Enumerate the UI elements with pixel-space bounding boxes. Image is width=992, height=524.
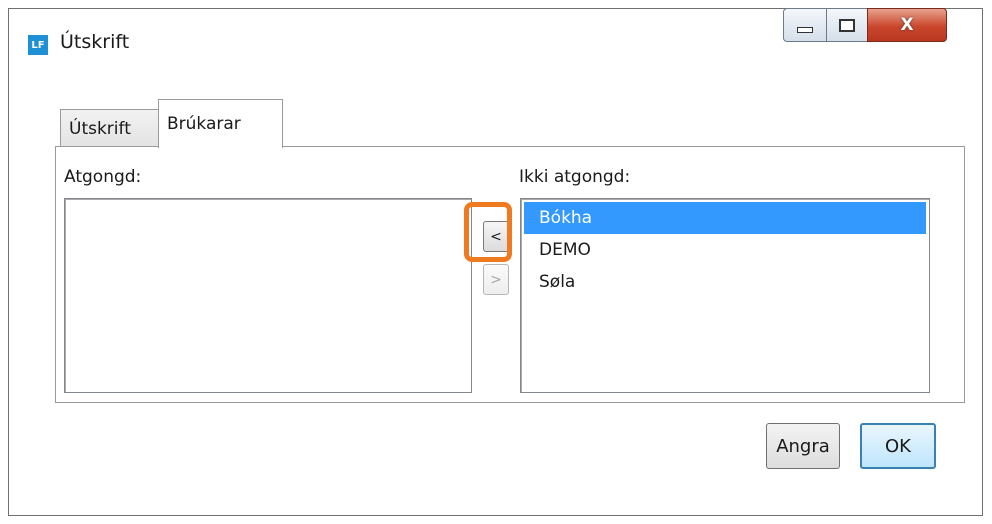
maximize-button[interactable] [826,8,868,42]
no-access-list-label: Ikki atgongd: [519,167,631,187]
close-icon: X [900,15,914,35]
remove-access-button[interactable]: > [483,264,509,295]
minimize-icon [797,27,813,33]
access-listbox[interactable] [64,198,472,393]
minimize-button[interactable] [783,8,827,42]
app-logo-icon: LF [28,35,48,55]
title-bar[interactable]: LF Útskrift X [9,8,982,69]
tab-label: Brúkarar [167,114,241,134]
add-access-button[interactable]: < [483,221,509,252]
tab-brukarar[interactable]: Brúkarar [158,99,283,148]
list-item-bokha[interactable]: Bókha [524,202,926,234]
no-access-listbox[interactable]: Bókha DEMO Søla [520,198,930,393]
list-item-sola[interactable]: Søla [524,266,926,298]
ok-button[interactable]: OK [860,423,936,469]
list-item-demo[interactable]: DEMO [524,234,926,266]
maximize-icon [839,18,855,32]
close-button[interactable]: X [867,8,947,42]
access-list-label: Atgongd: [64,167,142,187]
tab-label: Útskrift [69,118,131,139]
tab-utskrift[interactable]: Útskrift [60,109,159,147]
tab-panel-brukarar: Atgongd: Ikki atgongd: < > Bókha DEMO Sø… [55,146,965,403]
window-title: Útskrift [60,31,130,53]
cancel-button[interactable]: Angra [766,423,840,469]
